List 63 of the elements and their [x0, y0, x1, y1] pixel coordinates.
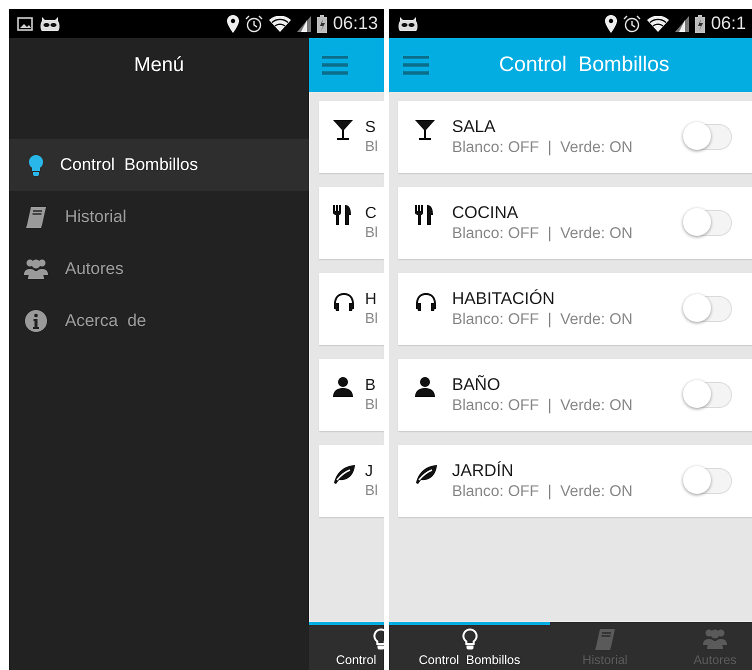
toggle-switch[interactable]: [684, 382, 732, 408]
toggle-switch[interactable]: [684, 468, 732, 494]
room-name: COCINA: [452, 203, 518, 223]
location-icon: [226, 14, 239, 32]
drawer-item[interactable]: Control Bombillos: [9, 139, 309, 191]
menu-icon[interactable]: [322, 56, 348, 74]
signal-icon: [674, 16, 689, 32]
person-icon: [414, 376, 438, 400]
room-status: Bl: [365, 139, 378, 155]
toggle-switch[interactable]: [684, 296, 732, 322]
room-status: Bl: [365, 225, 378, 241]
room-status: Blanco: OFF | Verde: ON: [452, 139, 633, 157]
book-icon: [24, 205, 48, 229]
room-status: Blanco: OFF | Verde: ON: [452, 483, 633, 501]
people-icon: [24, 257, 48, 281]
drawer-title: Menú: [132, 53, 186, 78]
room-status: Blanco: OFF | Verde: ON: [452, 311, 633, 329]
room-name: C: [365, 205, 377, 223]
signal-icon: [296, 16, 311, 32]
room-name: SALA: [452, 117, 496, 137]
person-icon: [332, 376, 356, 400]
headphones-icon: [332, 290, 356, 314]
wifi-icon: [268, 16, 291, 32]
headphones-icon: [414, 290, 438, 314]
clock-time: 06:1: [710, 13, 746, 34]
people-icon: [703, 627, 727, 651]
room-status: Blanco: OFF | Verde: ON: [452, 225, 633, 243]
menu-icon[interactable]: [403, 56, 429, 74]
room-status: Blanco: OFF | Verde: ON: [452, 397, 633, 415]
drawer-item[interactable]: Historial: [9, 191, 309, 243]
glass-icon: [414, 118, 438, 142]
robot-face-icon: [397, 16, 419, 32]
toolbar-title: Control Bombillos: [499, 53, 670, 77]
battery-icon: [694, 14, 705, 32]
robot-face-icon: [39, 16, 61, 32]
leaf-icon: [414, 462, 438, 486]
battery-icon: [316, 14, 327, 32]
alarm-icon: [244, 14, 263, 32]
location-icon: [604, 14, 617, 32]
drawer-item[interactable]: Autores: [9, 243, 309, 295]
room-status: Bl: [365, 311, 378, 327]
leaf-icon: [332, 462, 356, 486]
room-name: S: [365, 119, 376, 137]
clock-time: 06:13: [332, 13, 378, 34]
room-name: BAÑO: [452, 375, 500, 395]
room-name: JARDÍN: [452, 461, 514, 481]
toggle-switch[interactable]: [684, 124, 732, 150]
nav-tab[interactable]: Control Bombillos: [389, 622, 550, 670]
room-name: H: [365, 291, 377, 309]
info-icon: [24, 309, 48, 333]
drawer-item[interactable]: Acerca de: [9, 295, 309, 347]
book-icon: [593, 627, 617, 651]
alarm-icon: [622, 14, 641, 32]
room-name: HABITACIÓN: [452, 289, 555, 309]
room-name: J: [365, 463, 373, 481]
wifi-icon: [646, 16, 669, 32]
toggle-switch[interactable]: [684, 210, 732, 236]
image-icon: [17, 16, 33, 30]
room-status: Bl: [365, 483, 378, 499]
room-name: B: [365, 377, 376, 395]
nav-tab[interactable]: Control: [309, 622, 384, 670]
room-status: Bl: [365, 397, 378, 413]
glass-icon: [332, 118, 356, 142]
